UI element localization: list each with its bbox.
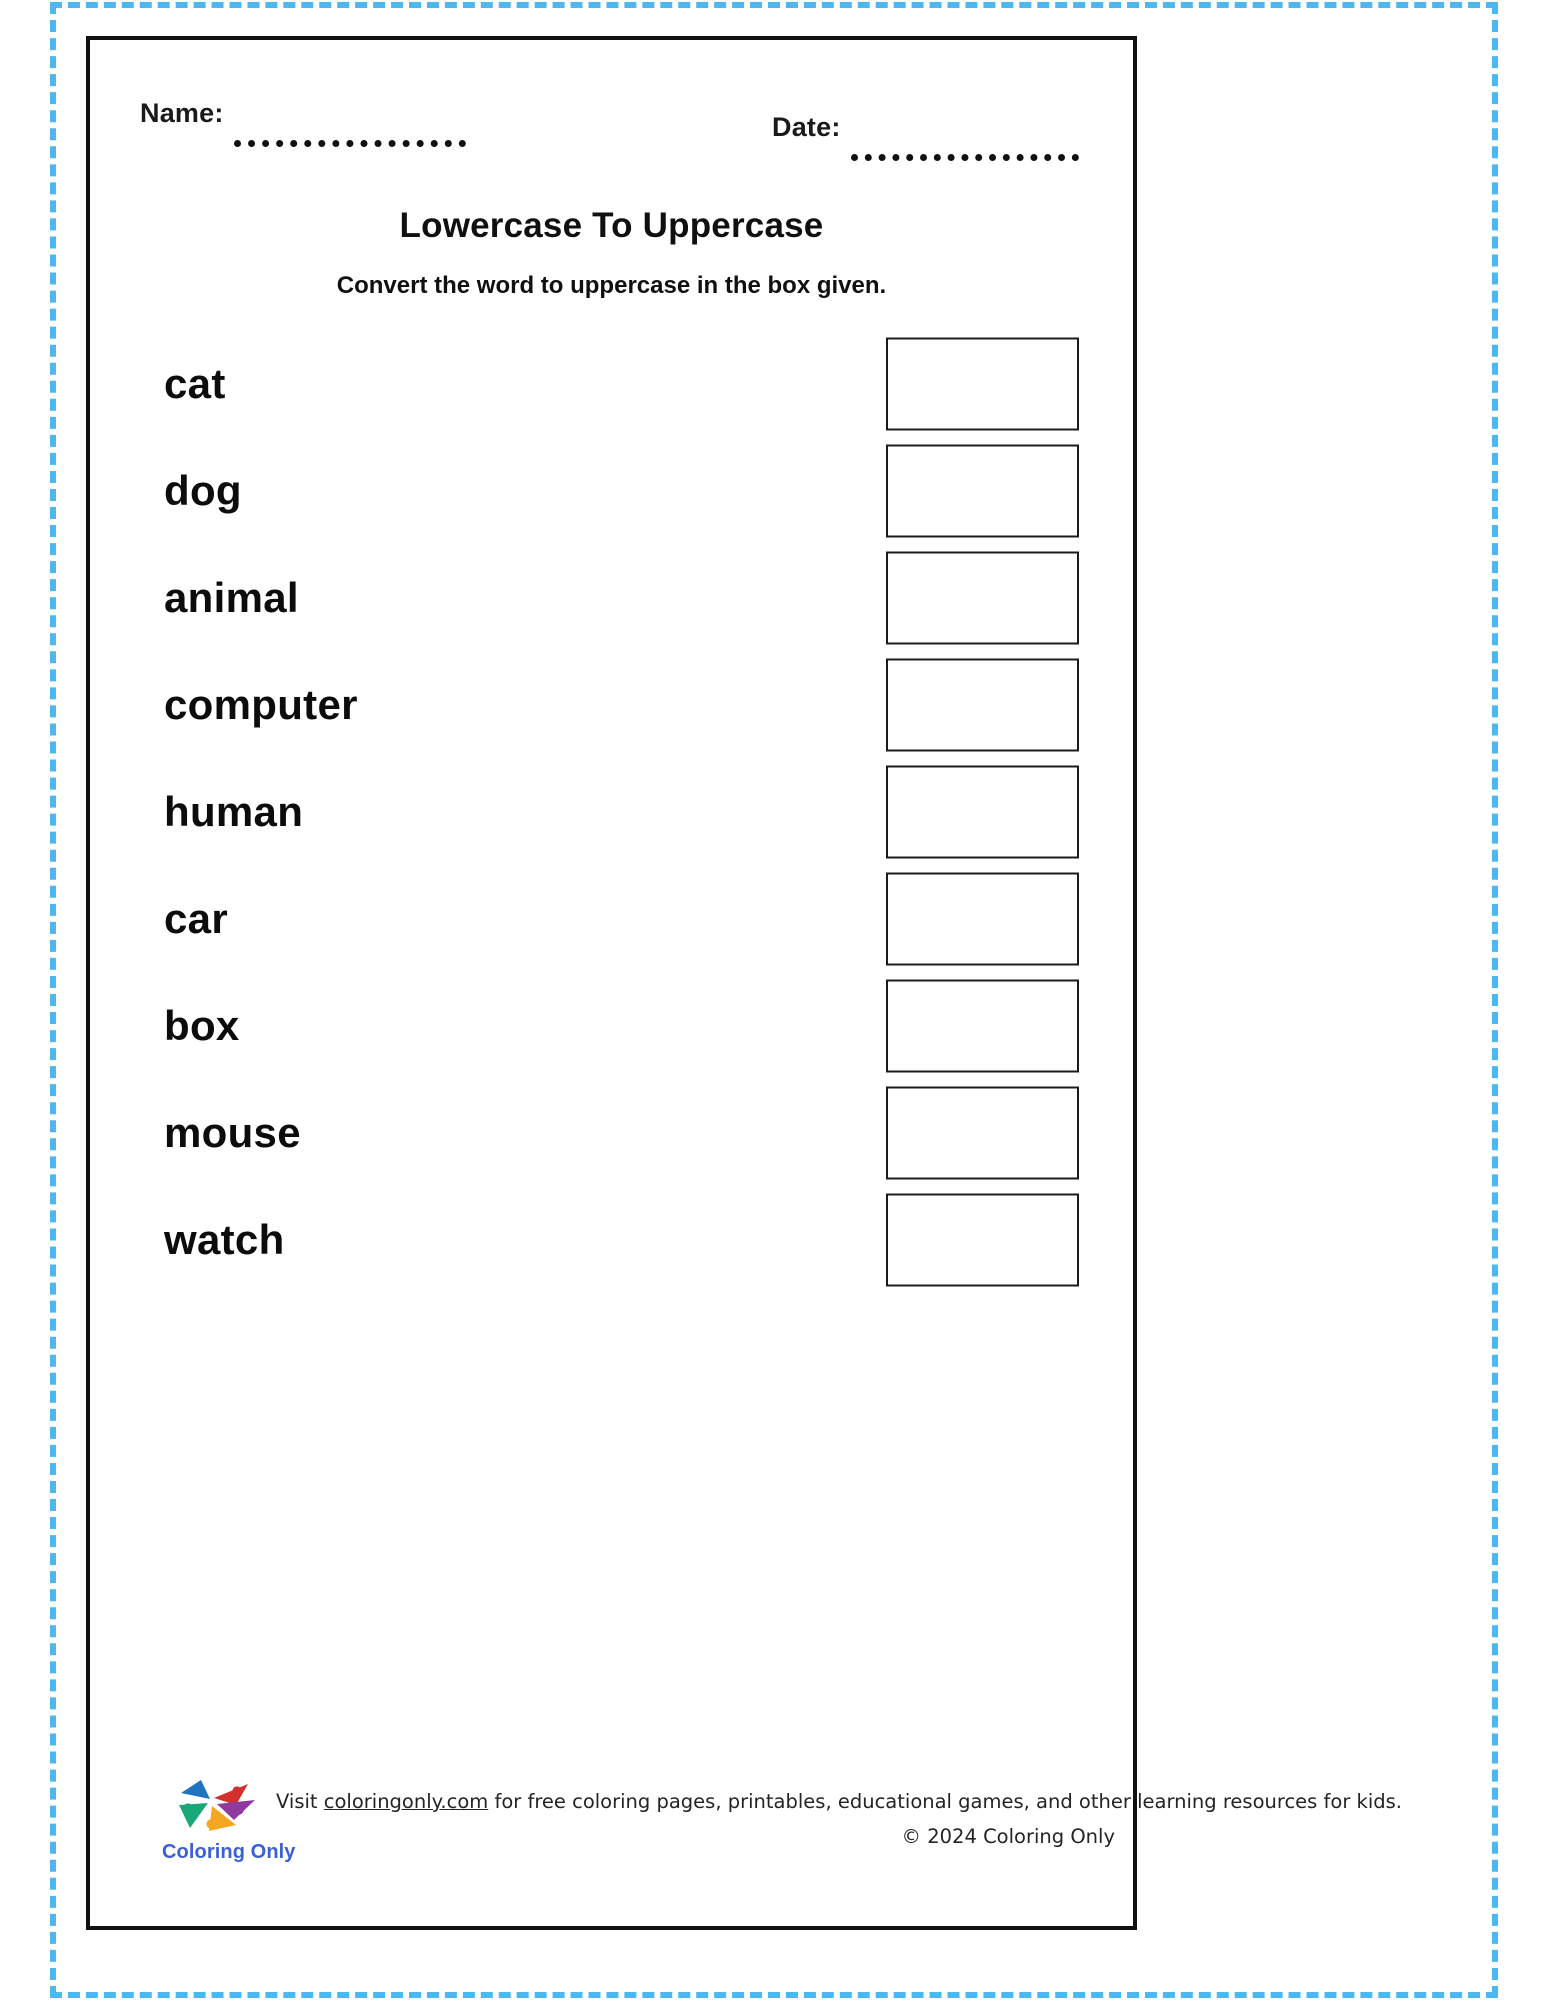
name-label: Name: [140,98,224,128]
answer-box[interactable] [886,765,1079,858]
answer-box[interactable] [886,1193,1079,1286]
word-prompt: watch [164,1215,285,1263]
exercise-row: car [86,865,1137,972]
exercise-row: cat [86,330,1137,437]
name-field-group: Name: [140,98,466,147]
pinwheel-people-icon [179,1780,255,1831]
footer-text-block: Visit coloringonly.com for free coloring… [276,1790,1402,1848]
answer-box[interactable] [886,551,1079,644]
date-input-line[interactable] [850,152,1079,161]
word-prompt: dog [164,466,242,514]
answer-box[interactable] [886,658,1079,751]
exercise-list: cat dog animal computer human car box mouse watc… [86,330,1137,1293]
worksheet-page: Name: Date: Lowercase To Uppercase Conve… [0,0,1545,2000]
word-prompt: cat [164,359,226,407]
answer-box[interactable] [886,979,1079,1072]
word-prompt: animal [164,573,299,621]
worksheet-instructions: Convert the word to uppercase in the box… [336,272,887,299]
footer-visit-suffix: for free coloring pages, printables, edu… [488,1790,1402,1813]
coloringonly-link[interactable]: coloringonly.com [324,1790,488,1813]
name-input-line[interactable] [233,138,466,147]
word-prompt: mouse [164,1108,301,1156]
word-prompt: computer [164,680,358,728]
exercise-row: human [86,758,1137,865]
answer-box[interactable] [886,444,1079,537]
footer-visit-prefix: Visit [276,1790,324,1813]
word-prompt: car [164,894,228,942]
exercise-row: computer [86,651,1137,758]
exercise-row: watch [86,1186,1137,1293]
footer-area: Coloring Only Visit coloringonly.com for… [86,1778,1402,1888]
worksheet-title: Lowercase To Uppercase [399,206,824,245]
footer-visit-line: Visit coloringonly.com for free coloring… [276,1790,1402,1813]
word-prompt: human [164,787,304,835]
answer-box[interactable] [886,337,1079,430]
exercise-row: dog [86,437,1137,544]
exercise-row: animal [86,544,1137,651]
answer-box[interactable] [886,1086,1079,1179]
footer-copyright: © 2024 Coloring Only [901,1825,1115,1848]
coloring-only-logo: Coloring Only [162,1778,296,1864]
title-block: Lowercase To Uppercase Convert the word … [86,206,1137,300]
exercise-row: box [86,972,1137,1079]
answer-box[interactable] [886,872,1079,965]
date-field-group: Date: [772,112,1079,161]
word-prompt: box [164,1001,240,1049]
header-row: Name: Date: [86,90,1137,180]
date-label: Date: [772,112,841,142]
brand-wordmark: Coloring Only [162,1841,296,1863]
exercise-row: mouse [86,1079,1137,1186]
